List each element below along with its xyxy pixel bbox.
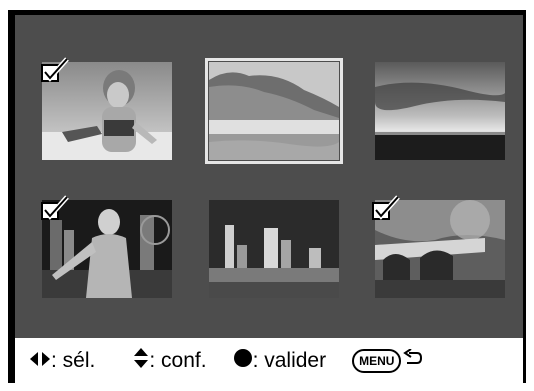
validate-label: : valider — [252, 348, 327, 372]
confirm-hint: : conf. — [133, 347, 207, 375]
thumbnail-grid-screen — [15, 15, 523, 338]
control-hint-bar: : sél. : conf. : valider MENU — [15, 338, 523, 383]
menu-back-hint: MENU — [352, 347, 423, 373]
menu-button-icon: MENU — [352, 348, 402, 373]
thumbnail-3[interactable] — [375, 62, 505, 160]
up-down-arrows-icon — [133, 347, 149, 375]
confirm-label: : conf. — [149, 348, 207, 372]
center-button-icon — [233, 348, 253, 374]
check-icon — [371, 195, 400, 221]
left-right-arrows-icon — [29, 349, 51, 373]
select-hint: : sél. — [29, 349, 95, 373]
select-label: : sél. — [51, 348, 96, 372]
check-icon — [40, 195, 69, 221]
thumbnail-5[interactable] — [209, 200, 339, 298]
validate-hint: : valider — [233, 348, 327, 374]
return-arrow-icon — [403, 347, 423, 373]
thumbnail-2[interactable] — [205, 58, 343, 164]
check-icon — [40, 57, 69, 83]
